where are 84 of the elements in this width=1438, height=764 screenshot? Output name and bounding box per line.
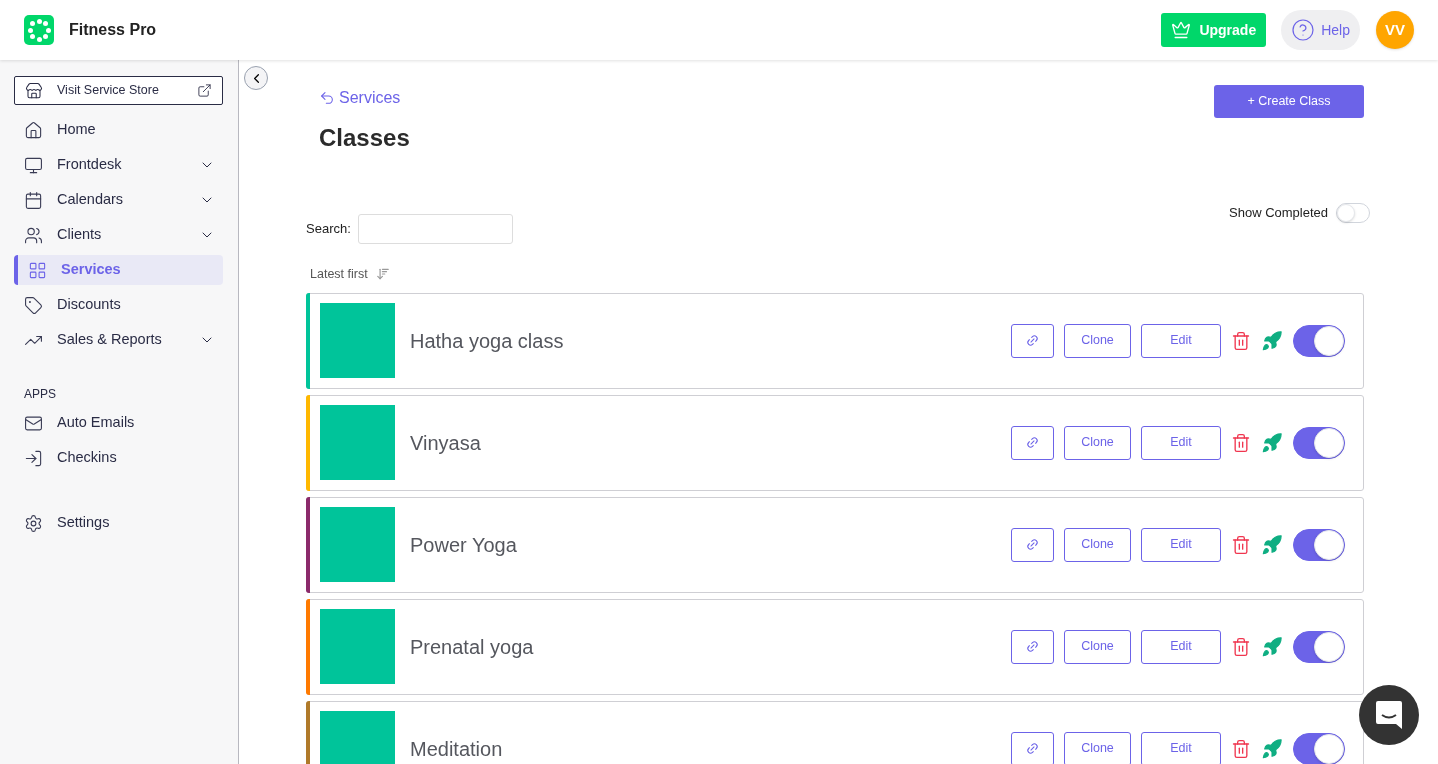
trash-icon bbox=[1231, 330, 1251, 351]
sidebar-item[interactable]: Calendars bbox=[14, 185, 223, 215]
sidebar-item[interactable]: Services bbox=[14, 255, 223, 285]
launch-button[interactable] bbox=[1261, 533, 1283, 556]
chat-icon bbox=[1375, 700, 1403, 730]
toggle-switch[interactable] bbox=[1293, 324, 1345, 357]
copy-link-button[interactable] bbox=[1011, 731, 1054, 764]
show-completed-label: Show Completed bbox=[1229, 204, 1328, 223]
toggle-switch[interactable] bbox=[1293, 732, 1345, 764]
sidebar-item[interactable]: Sales & Reports bbox=[14, 325, 223, 355]
sort-label: Latest first bbox=[310, 266, 368, 283]
collapse-sidebar-button[interactable] bbox=[244, 66, 268, 90]
help-button[interactable]: Help bbox=[1281, 10, 1360, 50]
people-icon bbox=[24, 225, 43, 245]
page-title: Classes bbox=[319, 123, 410, 153]
help-icon bbox=[1291, 18, 1316, 42]
store-icon bbox=[25, 81, 43, 100]
delete-button[interactable] bbox=[1231, 636, 1251, 657]
create-class-button[interactable]: + Create Class bbox=[1214, 85, 1364, 118]
app-logo-icon bbox=[24, 15, 54, 45]
class-name: Meditation bbox=[410, 736, 504, 762]
copy-link-button[interactable] bbox=[1011, 425, 1054, 460]
external-link-icon bbox=[197, 83, 212, 98]
calendar-icon bbox=[24, 190, 43, 210]
trash-icon bbox=[1231, 534, 1251, 555]
sidebar-item[interactable]: Settings bbox=[14, 508, 223, 538]
clone-button[interactable]: Clone bbox=[1064, 527, 1131, 562]
trash-icon bbox=[1231, 636, 1251, 657]
launch-button[interactable] bbox=[1261, 329, 1283, 352]
section-heading: APPS bbox=[24, 386, 56, 403]
toggle-switch[interactable] bbox=[1293, 426, 1345, 459]
rocket-icon bbox=[1261, 635, 1283, 658]
sidebar-item[interactable]: Frontdesk bbox=[14, 150, 223, 180]
sign-in-icon bbox=[24, 448, 43, 468]
sidebar-item[interactable]: Auto Emails bbox=[14, 408, 223, 438]
class-name: Power Yoga bbox=[410, 532, 518, 558]
class-name: Vinyasa bbox=[410, 430, 482, 456]
toggle-switch[interactable] bbox=[1293, 528, 1345, 561]
clone-button[interactable]: Clone bbox=[1064, 629, 1131, 664]
settings-icon bbox=[24, 513, 43, 533]
search-label: Search: bbox=[306, 220, 351, 239]
sidebar-item[interactable]: Home bbox=[14, 115, 223, 145]
home-icon bbox=[24, 120, 43, 140]
chat-button[interactable] bbox=[1359, 685, 1419, 745]
edit-button[interactable]: Edit bbox=[1141, 629, 1221, 664]
rocket-icon bbox=[1261, 533, 1283, 556]
crown-icon bbox=[1171, 20, 1192, 40]
launch-button[interactable] bbox=[1261, 737, 1283, 760]
edit-button[interactable]: Edit bbox=[1141, 323, 1221, 358]
rocket-icon bbox=[1261, 329, 1283, 352]
edit-button[interactable]: Edit bbox=[1141, 527, 1221, 562]
clone-button[interactable]: Clone bbox=[1064, 323, 1131, 358]
trash-icon bbox=[1231, 738, 1251, 759]
sidebar-item[interactable]: Discounts bbox=[14, 290, 223, 320]
monitor-icon bbox=[24, 155, 43, 175]
clone-button[interactable]: Clone bbox=[1064, 731, 1131, 764]
launch-button[interactable] bbox=[1261, 635, 1283, 658]
delete-button[interactable] bbox=[1231, 738, 1251, 759]
class-name: Prenatal yoga bbox=[410, 634, 535, 660]
sort-icon bbox=[375, 267, 390, 282]
edit-button[interactable]: Edit bbox=[1141, 425, 1221, 460]
sidebar-item[interactable]: Checkins bbox=[14, 443, 223, 473]
clone-button[interactable]: Clone bbox=[1064, 425, 1131, 460]
trash-icon bbox=[1231, 432, 1251, 453]
edit-button[interactable]: Edit bbox=[1141, 731, 1221, 764]
delete-button[interactable] bbox=[1231, 432, 1251, 453]
class-name: Hatha yoga class bbox=[410, 328, 565, 354]
visit-store-button[interactable]: Visit Service Store bbox=[14, 76, 223, 105]
launch-button[interactable] bbox=[1261, 431, 1283, 454]
delete-button[interactable] bbox=[1231, 534, 1251, 555]
sidebar-item[interactable]: Clients bbox=[14, 220, 223, 250]
search-field[interactable] bbox=[357, 214, 513, 244]
app-name: Fitness Pro bbox=[69, 20, 157, 40]
rocket-icon bbox=[1261, 737, 1283, 760]
copy-link-button[interactable] bbox=[1011, 527, 1054, 562]
back-arrow-icon bbox=[319, 90, 335, 106]
rocket-icon bbox=[1261, 431, 1283, 454]
toggle-switch[interactable] bbox=[1293, 630, 1345, 663]
delete-button[interactable] bbox=[1231, 330, 1251, 351]
back-link[interactable]: Services bbox=[319, 86, 401, 110]
copy-link-button[interactable] bbox=[1011, 629, 1054, 664]
tag-icon bbox=[24, 295, 43, 315]
grid-icon bbox=[28, 260, 47, 280]
copy-link-button[interactable] bbox=[1011, 323, 1054, 358]
